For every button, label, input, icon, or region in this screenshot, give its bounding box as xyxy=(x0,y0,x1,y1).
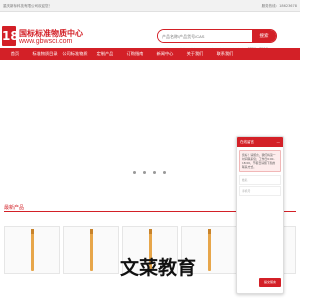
brand-url: www.gbwsci.com xyxy=(19,38,73,45)
search-box: 搜索 xyxy=(157,29,277,43)
chat-submit-button[interactable]: 提交留言 xyxy=(259,278,281,287)
chat-name-field[interactable]: 姓名 xyxy=(239,175,281,185)
nav-catalog[interactable]: 标准物质目录 xyxy=(30,51,60,57)
section-title: 最新产品 xyxy=(4,205,25,211)
ampoule-image xyxy=(90,229,93,271)
minimize-icon[interactable]: — xyxy=(277,137,281,147)
nav-about[interactable]: 关于我们 xyxy=(180,51,210,57)
top-bar: 重庆新标科技有限公司欢迎您！ 服务热线：18623678 xyxy=(0,0,300,12)
search-button[interactable]: 搜索 xyxy=(252,30,276,42)
nav-contact[interactable]: 联系我们 xyxy=(210,51,240,57)
main-nav: 首页 标准物质目录 公司标准物质 定制产品 订购指南 新闻中心 关于我们 联系我… xyxy=(0,48,300,60)
nav-order-guide[interactable]: 订购指南 xyxy=(120,51,150,57)
carousel-dot[interactable] xyxy=(133,171,136,174)
logo[interactable]: 18 xyxy=(2,26,19,46)
search-input[interactable] xyxy=(158,30,252,42)
chat-header: 在线留言 — xyxy=(237,137,283,147)
carousel-dot[interactable] xyxy=(163,171,166,174)
header: 18 国标标准物质中心 www.gbwsci.com 搜索 BPA标准品 苯并[… xyxy=(0,12,300,52)
ampoule-image xyxy=(31,229,34,271)
hotline-text: 服务热线：18623678 xyxy=(261,4,297,8)
chat-title: 在线留言 xyxy=(240,140,254,144)
chat-widget: 在线留言 — 您好！请留言，我们将第一时间联系您；工作日9:00-18:00，节… xyxy=(236,136,284,294)
nav-news[interactable]: 新闻中心 xyxy=(150,51,180,57)
watermark: 文菜教育 xyxy=(120,257,197,279)
carousel-dots xyxy=(133,171,166,174)
chat-message: 您好！请留言，我们将第一时间联系您；工作日9:00-18:00，节假日请留下您的… xyxy=(239,150,281,172)
product-card[interactable] xyxy=(4,226,60,274)
chat-phone-field[interactable]: 手机号 xyxy=(239,186,281,196)
nav-custom-products[interactable]: 定制产品 xyxy=(90,51,120,57)
welcome-text: 重庆新标科技有限公司欢迎您！ xyxy=(3,4,52,8)
carousel-dot[interactable] xyxy=(153,171,156,174)
product-card[interactable] xyxy=(63,226,119,274)
nav-company-standards[interactable]: 公司标准物质 xyxy=(60,51,90,57)
carousel-dot[interactable] xyxy=(143,171,146,174)
ampoule-image xyxy=(208,229,211,271)
nav-home[interactable]: 首页 xyxy=(0,51,30,57)
